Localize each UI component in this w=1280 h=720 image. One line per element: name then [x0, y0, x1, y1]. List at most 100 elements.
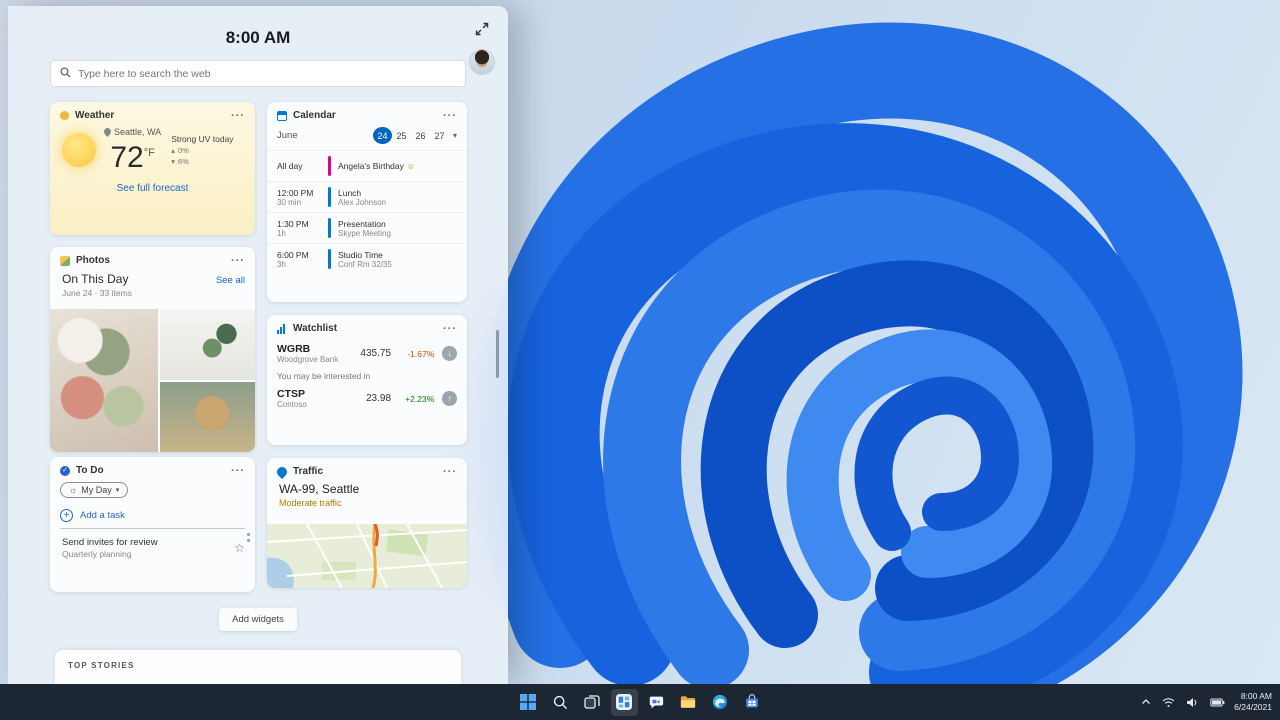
top-stories-label: TOP STORIES — [68, 661, 135, 670]
calendar-menu-button[interactable]: ··· — [443, 110, 457, 121]
widgets-icon — [616, 694, 632, 710]
event-color-bar — [328, 187, 331, 207]
chat-icon — [649, 696, 664, 709]
sun-small-icon: ☼ — [69, 485, 78, 495]
calendar-day[interactable]: 25 — [392, 127, 411, 144]
system-tray: 8:00 AM 6/24/2021 — [1139, 684, 1272, 720]
down-arrow-icon: ▾ — [171, 157, 175, 166]
task-view-icon — [584, 695, 600, 709]
photos-icon — [60, 255, 70, 266]
task-title: Send invites for review — [62, 537, 158, 548]
calendar-widget[interactable]: Calendar ··· June 24 25 26 27 ▾ All day — [267, 102, 467, 302]
chevron-down-icon: ▾ — [115, 487, 120, 494]
battery-icon[interactable] — [1208, 696, 1227, 709]
add-task-button[interactable]: + Add a task — [60, 509, 245, 529]
taskbar: 8:00 AM 6/24/2021 — [0, 684, 1280, 720]
star-icon[interactable]: ☆ — [234, 541, 245, 555]
expand-panel-button[interactable] — [472, 20, 492, 40]
photo-tile[interactable] — [159, 381, 255, 452]
see-full-forecast-link[interactable]: See full forecast — [117, 183, 189, 194]
watchlist-widget[interactable]: Watchlist ··· WGRB Woodgrove Bank 435.75… — [267, 315, 467, 445]
edge-browser-button[interactable] — [707, 689, 734, 716]
panel-time: 8:00 AM — [225, 28, 291, 47]
traffic-widget[interactable]: Traffic ··· WA-99, Seattle Moderate traf… — [267, 458, 467, 588]
traffic-location: WA-99, Seattle — [279, 482, 360, 496]
calendar-day[interactable]: 24 — [372, 127, 392, 144]
widgets-button[interactable] — [610, 688, 638, 716]
calendar-event[interactable]: 12:00 PM 30 min Lunch Alex Johnson — [267, 181, 467, 212]
traffic-map[interactable] — [267, 523, 467, 588]
birthday-emoji-icon: ☺ — [406, 162, 416, 171]
pagination-dots — [247, 532, 250, 542]
start-button[interactable] — [515, 689, 542, 716]
calendar-event[interactable]: 6:00 PM 3h Studio Time Conf Rm 32/35 — [267, 243, 467, 274]
chat-button[interactable] — [643, 689, 670, 716]
photos-title: Photos — [76, 255, 110, 266]
photo-tile[interactable] — [50, 309, 158, 452]
user-avatar[interactable] — [470, 50, 494, 74]
file-explorer-button[interactable] — [675, 689, 702, 716]
calendar-day[interactable]: 27 — [430, 127, 449, 144]
expand-icon — [475, 22, 489, 39]
calendar-event[interactable]: 1:30 PM 1h Presentation Skype Meeting — [267, 212, 467, 243]
stock-row[interactable]: CTSP Contoso 23.98 +2.23% ↑ — [267, 383, 467, 414]
tray-clock[interactable]: 8:00 AM 6/24/2021 — [1234, 691, 1272, 713]
photos-widget[interactable]: Photos ··· On This Day June 24 · 33 item… — [50, 247, 255, 452]
sun-icon — [62, 133, 96, 167]
task-subtitle: Quarterly planning — [62, 549, 132, 559]
panel-scrollbar[interactable] — [496, 330, 499, 378]
calendar-event[interactable]: All day Angela's Birthday ☺ — [267, 150, 467, 181]
plus-icon: + — [60, 509, 73, 522]
tray-chevron-up-icon[interactable] — [1139, 696, 1153, 708]
store-bag-icon — [746, 694, 758, 708]
weather-location: Seattle, WA — [114, 127, 162, 137]
calendar-month: June — [277, 130, 298, 141]
edge-icon — [712, 694, 728, 710]
photos-heading: On This Day — [62, 272, 129, 286]
weather-widget[interactable]: Weather ··· Seattle, WA 72°F Strong UV t… — [50, 102, 255, 235]
weather-menu-button[interactable]: ··· — [231, 110, 245, 121]
calendar-icon — [277, 110, 287, 121]
folder-icon — [680, 696, 696, 708]
event-color-bar — [328, 218, 331, 238]
search-icon — [60, 65, 71, 83]
desktop: 8:00 AM Type here to search the web Weat… — [0, 0, 1280, 720]
watchlist-title: Watchlist — [293, 323, 338, 334]
tray-date: 6/24/2021 — [1234, 702, 1272, 712]
chart-icon — [277, 323, 287, 334]
todo-icon: ✓ — [60, 465, 70, 476]
store-button[interactable] — [739, 689, 766, 716]
stock-up-icon[interactable]: ↑ — [442, 391, 458, 406]
stock-row[interactable]: WGRB Woodgrove Bank 435.75 -1.67% ↓ — [267, 338, 467, 369]
calendar-day[interactable]: 26 — [411, 127, 430, 144]
todo-widget[interactable]: ✓ To Do ··· ☼ My Day ▾ + Add a task Send… — [50, 457, 255, 592]
traffic-status: Moderate traffic — [279, 498, 342, 508]
chevron-down-icon[interactable]: ▾ — [449, 131, 457, 140]
photos-see-all-link[interactable]: See all — [216, 275, 245, 286]
photos-subtitle: June 24 · 33 items — [62, 288, 132, 298]
search-bar[interactable] — [50, 60, 466, 87]
task-view-button[interactable] — [579, 689, 606, 716]
my-day-dropdown[interactable]: ☼ My Day ▾ — [60, 482, 129, 498]
weather-icon — [60, 111, 69, 120]
taskbar-search-button[interactable] — [547, 689, 574, 716]
traffic-title: Traffic — [293, 466, 324, 477]
watchlist-menu-button[interactable]: ··· — [443, 323, 457, 334]
photo-tile[interactable] — [159, 309, 255, 380]
location-pin-icon — [104, 127, 111, 137]
search-input[interactable] — [78, 67, 456, 80]
stock-down-icon[interactable]: ↓ — [442, 346, 458, 361]
network-icon[interactable] — [1160, 695, 1177, 710]
widgets-grid: Weather ··· Seattle, WA 72°F Strong UV t… — [8, 102, 508, 592]
weather-condition: Strong UV today — [171, 134, 234, 144]
todo-title: To Do — [76, 465, 104, 476]
task-item[interactable]: Send invites for review Quarterly planni… — [50, 529, 255, 559]
volume-icon[interactable] — [1184, 695, 1201, 710]
traffic-menu-button[interactable]: ··· — [443, 466, 457, 477]
photos-menu-button[interactable]: ··· — [231, 255, 245, 266]
weather-title: Weather — [75, 110, 115, 121]
tray-time: 8:00 AM — [1240, 690, 1272, 701]
todo-menu-button[interactable]: ··· — [231, 465, 245, 476]
top-stories-section[interactable]: TOP STORIES — [55, 650, 461, 684]
add-widgets-button[interactable]: Add widgets — [219, 608, 297, 631]
